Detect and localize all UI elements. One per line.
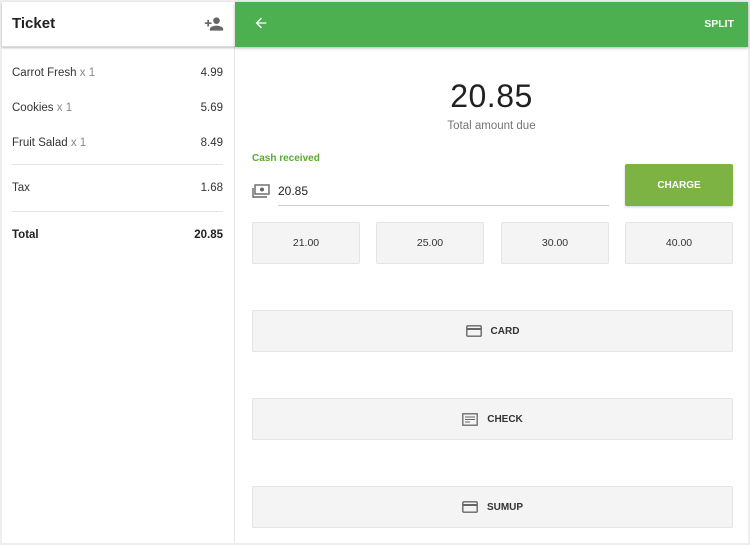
sumup-button[interactable]: SUMUP: [252, 486, 733, 528]
ticket-title: Ticket: [12, 15, 56, 32]
tax-row: Tax 1.68: [12, 182, 223, 194]
amount-due: 20.85: [450, 78, 533, 114]
quick-amount-button[interactable]: 21.00: [252, 222, 360, 264]
charge-button[interactable]: CHARGE: [625, 164, 733, 206]
item-name: Cookies: [12, 102, 54, 114]
cash-received-input[interactable]: [278, 176, 609, 206]
total-value: 20.85: [194, 229, 223, 241]
total-row: Total 20.85: [12, 229, 223, 241]
item-qty: x 1: [79, 67, 96, 79]
check-button[interactable]: CHECK: [252, 398, 733, 440]
total-label: Total: [12, 229, 39, 241]
check-icon: [462, 412, 479, 426]
ticket-line-item[interactable]: Carrot Fresh x 1 4.99: [12, 67, 223, 79]
item-qty: x 1: [56, 102, 73, 114]
card-label: CARD: [490, 325, 520, 337]
item-price: 4.99: [200, 67, 223, 79]
arrow-back-icon[interactable]: [253, 15, 271, 33]
cash-received-label: Cash received: [252, 153, 320, 164]
credit-card-icon: [465, 325, 482, 337]
divider: [12, 211, 223, 212]
item-name: Carrot Fresh: [12, 67, 77, 79]
credit-card-icon: [462, 501, 478, 513]
item-price: 8.49: [200, 137, 223, 149]
payment-panel: SPLIT 20.85 Total amount due Cash receiv…: [235, 2, 748, 543]
quick-amount-button[interactable]: 40.00: [625, 222, 733, 264]
item-price: 5.69: [200, 102, 223, 114]
quick-amount-button[interactable]: 30.00: [501, 222, 609, 264]
ticket-line-item[interactable]: Cookies x 1 5.69: [12, 102, 223, 114]
ticket-panel: Ticket Carrot Fresh x 1 4.99 Cookies x 1…: [2, 2, 235, 543]
ticket-line-item[interactable]: Fruit Salad x 1 8.49: [12, 137, 223, 149]
item-name: Fruit Salad: [12, 137, 68, 149]
divider: [12, 164, 223, 165]
sumup-label: SUMUP: [486, 501, 524, 513]
person-add-icon[interactable]: [204, 15, 224, 33]
card-button[interactable]: CARD: [252, 310, 733, 352]
tax-value: 1.68: [200, 182, 223, 194]
split-button[interactable]: SPLIT: [704, 18, 734, 30]
app-frame: Ticket Carrot Fresh x 1 4.99 Cookies x 1…: [2, 2, 748, 543]
cash-icon: [252, 184, 270, 198]
tax-label: Tax: [12, 182, 30, 194]
app-bar: SPLIT: [235, 2, 748, 47]
amount-due-label: Total amount due: [447, 120, 536, 132]
ticket-header: Ticket: [2, 2, 235, 47]
check-label: CHECK: [487, 413, 523, 425]
quick-amount-button[interactable]: 25.00: [376, 222, 484, 264]
item-qty: x 1: [70, 137, 87, 149]
